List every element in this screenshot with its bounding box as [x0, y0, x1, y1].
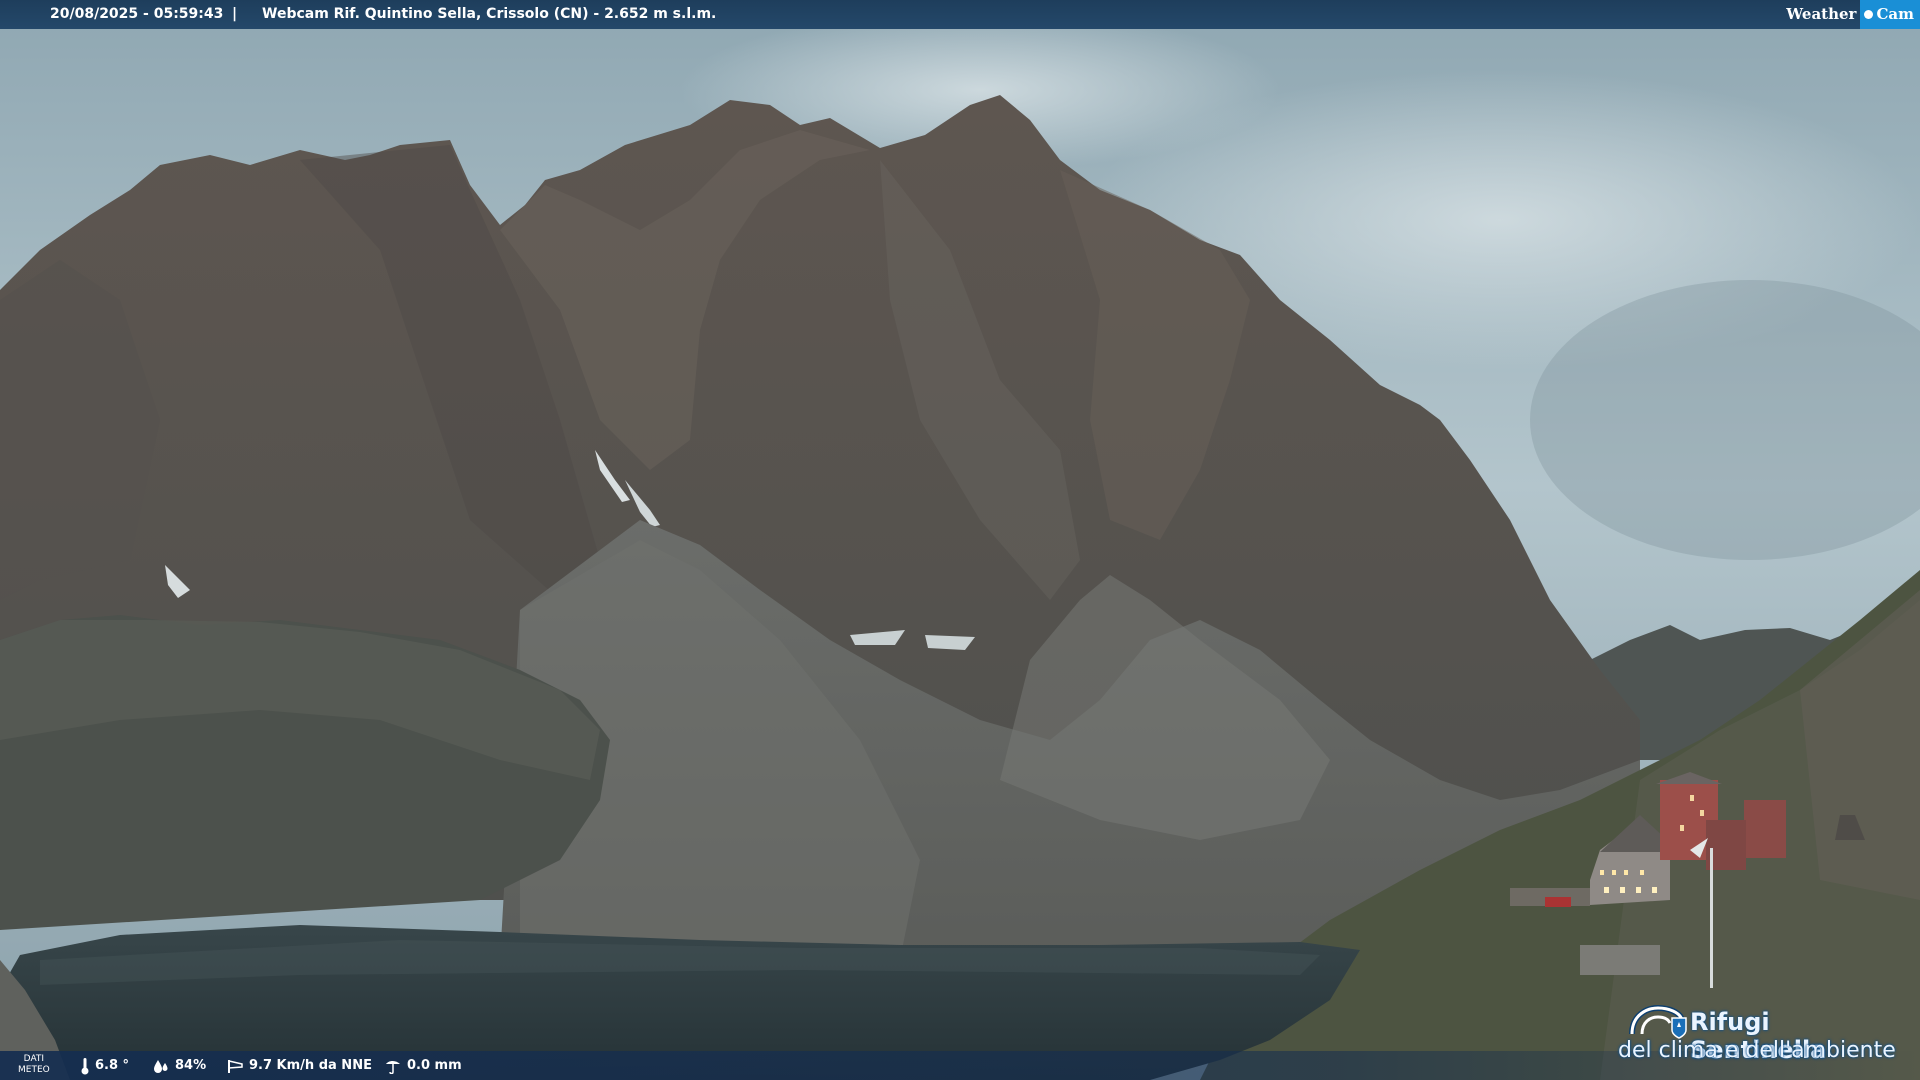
rain-gauge-icon — [386, 1060, 400, 1074]
branding-line2: del clima e dell'ambiente — [1618, 1038, 1896, 1063]
droplets-icon — [154, 1059, 168, 1073]
temperature-reading: 6.8 ° — [80, 1051, 129, 1080]
rain-value: 0.0 mm — [407, 1058, 462, 1073]
dati-meteo-label: DATI METEO — [18, 1054, 50, 1076]
camera-title: Webcam Rif. Quintino Sella, Crissolo (CN… — [262, 6, 717, 22]
weathercam-logo: Weather Cam — [1786, 0, 1920, 29]
dati-label-line2: METEO — [18, 1065, 50, 1075]
sentinella-emblem-icon — [1629, 1004, 1687, 1039]
humidity-reading: 84% — [152, 1051, 206, 1080]
rain-reading: 0.0 mm — [384, 1051, 462, 1080]
wind-value: 9.7 Km/h da NNE — [249, 1058, 372, 1073]
timestamp: 20/08/2025 - 05:59:43 — [50, 6, 224, 22]
webcam-scene — [0, 0, 1920, 1080]
logo-dot-icon — [1864, 10, 1874, 19]
temperature-value: 6.8 ° — [95, 1058, 130, 1073]
logo-weather-text: Weather — [1786, 5, 1857, 23]
logo-cam-text: Cam — [1876, 5, 1914, 23]
logo-cam-badge: Cam — [1860, 0, 1920, 29]
humidity-value: 84% — [175, 1058, 207, 1073]
wind-reading: 9.7 Km/h da NNE — [226, 1051, 372, 1080]
top-overlay-bar: 20/08/2025 - 05:59:43 | Webcam Rif. Quin… — [0, 0, 1920, 29]
dati-label-line1: DATI — [23, 1054, 45, 1064]
wind-sock-icon — [228, 1059, 243, 1073]
title-separator: | — [232, 6, 238, 22]
rifugi-sentinella-logo: Rifugi Sentinella del clima e dell'ambie… — [1618, 1002, 1908, 1072]
thermometer-icon — [81, 1057, 89, 1074]
